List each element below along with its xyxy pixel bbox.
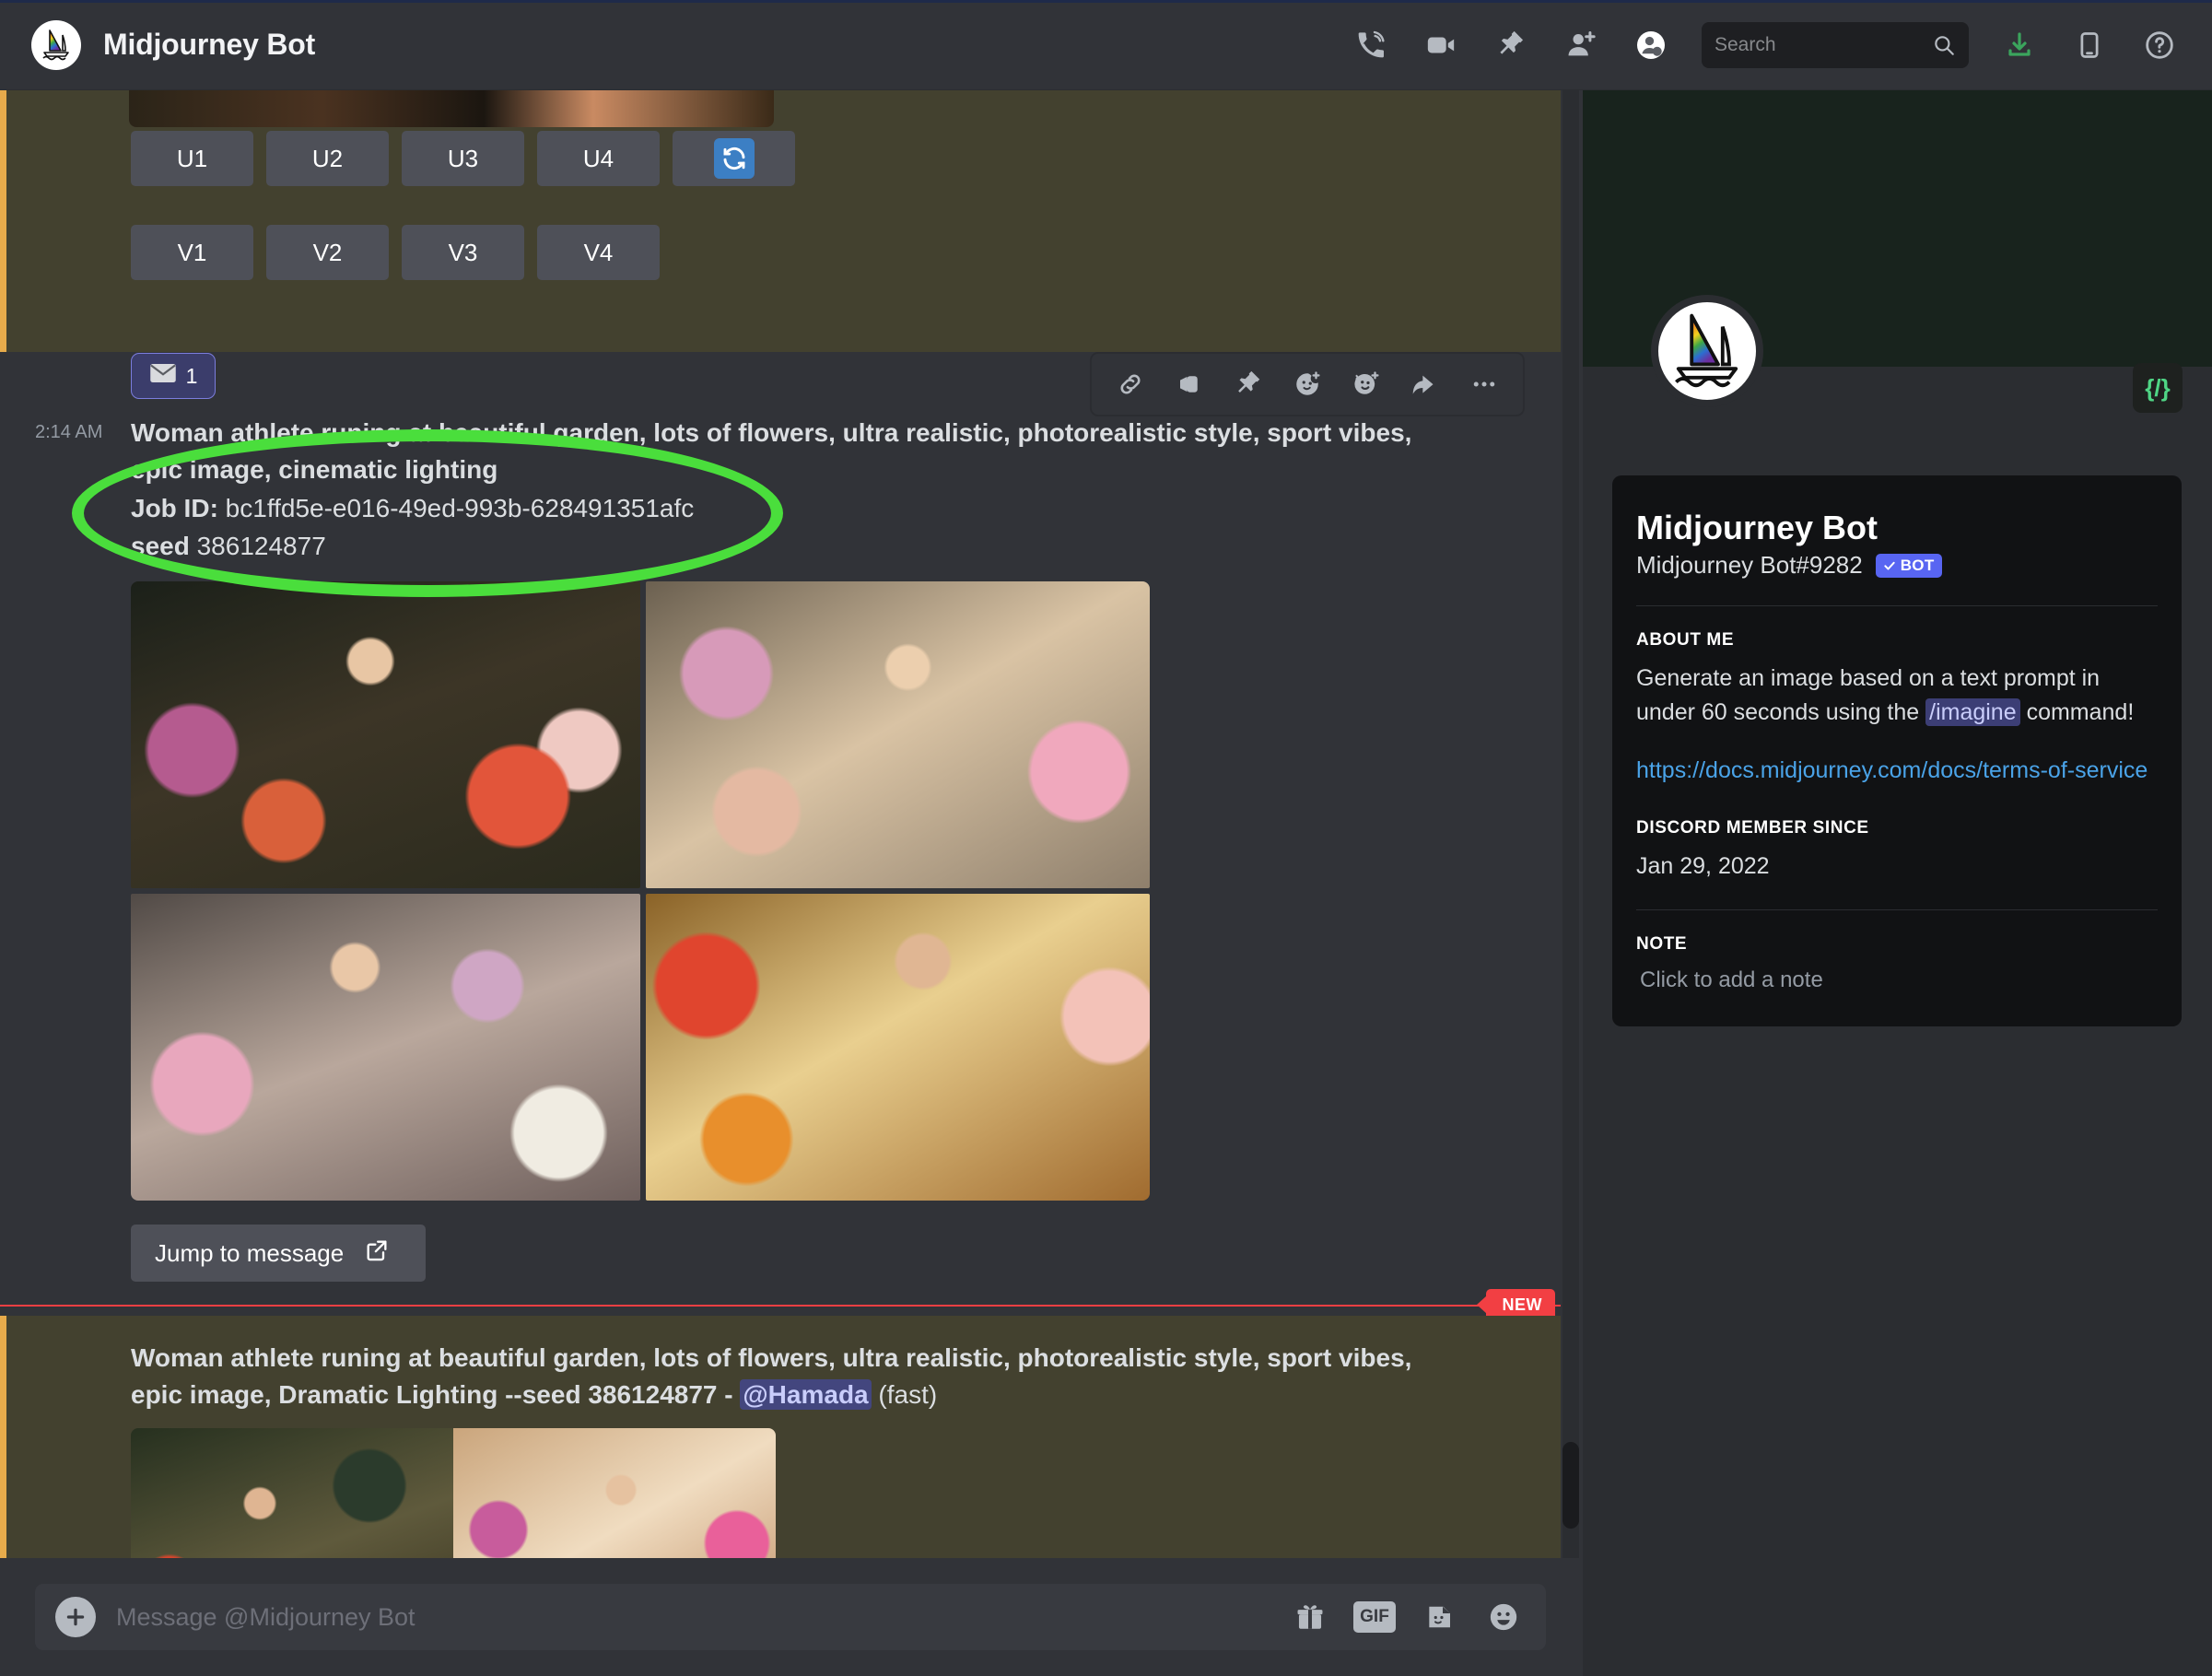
upscale-button-u3[interactable]: U3 bbox=[402, 131, 524, 186]
profile-tag-row: Midjourney Bot#9282 BOT bbox=[1636, 551, 2158, 580]
video-call-icon[interactable] bbox=[1422, 26, 1460, 64]
variation-button-v2[interactable]: V2 bbox=[266, 225, 389, 280]
verified-check-icon bbox=[1884, 561, 1895, 569]
imagine-command-chip[interactable]: /imagine bbox=[1925, 697, 2020, 726]
copy-link-icon[interactable] bbox=[1105, 358, 1156, 410]
composer-area: GIF bbox=[0, 1558, 1583, 1676]
profile-card: Midjourney Bot Midjourney Bot#9282 BOT A… bbox=[1612, 475, 2182, 1026]
message-bot-reply: 2:14 AM Woman athlete runing at beautifu… bbox=[0, 415, 1561, 1282]
profile-display-name: Midjourney Bot bbox=[1636, 509, 1878, 546]
note-input[interactable]: Click to add a note bbox=[1636, 967, 2158, 993]
note-heading: NOTE bbox=[1636, 933, 1688, 954]
profile-divider-2 bbox=[1636, 908, 2158, 910]
search-input[interactable] bbox=[1715, 33, 1956, 56]
gift-icon[interactable] bbox=[1288, 1595, 1332, 1639]
gif-icon[interactable]: GIF bbox=[1352, 1595, 1397, 1639]
chat-scrollbar-thumb[interactable] bbox=[1562, 1442, 1579, 1529]
jump-to-message-button[interactable]: Jump to message bbox=[131, 1225, 426, 1282]
pinned-messages-icon[interactable] bbox=[1492, 26, 1530, 64]
profile-username-tag: Midjourney Bot#9282 bbox=[1636, 551, 1863, 579]
gif-label: GIF bbox=[1353, 1601, 1396, 1633]
mark-unread-icon[interactable] bbox=[1164, 358, 1215, 410]
discord-window: Midjourney Bot Search U1 U2 U3 U4 V1 V2 … bbox=[0, 0, 2212, 1676]
message-composer[interactable]: GIF bbox=[35, 1584, 1546, 1650]
help-icon[interactable] bbox=[2140, 26, 2179, 64]
more-options-icon[interactable] bbox=[1458, 358, 1510, 410]
previous-image-grid[interactable] bbox=[129, 90, 774, 127]
seed-value: 386124877 bbox=[196, 532, 326, 561]
search-box[interactable] bbox=[1702, 21, 1969, 68]
member-since-heading: DISCORD MEMBER SINCE bbox=[1636, 817, 1869, 838]
bot-badge-label: BOT bbox=[1900, 556, 1935, 574]
variation-button-v4[interactable]: V4 bbox=[537, 225, 660, 280]
top-bar: Midjourney Bot bbox=[0, 0, 2212, 90]
chat-column: U1 U2 U3 U4 V1 V2 V3 V4 1 2:14 AM Woman … bbox=[0, 90, 1583, 1676]
add-super-reaction-icon[interactable] bbox=[1340, 358, 1392, 410]
seed-line: seed 386124877 bbox=[131, 528, 1524, 565]
emoji-icon[interactable] bbox=[1481, 1595, 1526, 1639]
add-reaction-icon[interactable] bbox=[1282, 358, 1333, 410]
grid-image-2[interactable] bbox=[646, 581, 1150, 888]
reaction-envelope[interactable]: 1 bbox=[131, 353, 216, 399]
image-grid bbox=[131, 581, 1150, 1201]
hide-member-list-icon[interactable] bbox=[1632, 26, 1670, 64]
speed-suffix: (fast) bbox=[871, 1379, 938, 1409]
add-friends-icon[interactable] bbox=[1562, 26, 1600, 64]
voice-call-icon[interactable] bbox=[1352, 26, 1390, 64]
reaction-count: 1 bbox=[185, 363, 198, 388]
upscale-button-row: U1 U2 U3 U4 bbox=[131, 131, 795, 186]
envelope-icon bbox=[149, 362, 177, 390]
seed-label: seed bbox=[131, 532, 190, 561]
refresh-icon bbox=[713, 138, 755, 179]
upscale-button-u4[interactable]: U4 bbox=[537, 131, 660, 186]
status-badge: BOT bbox=[1875, 553, 1942, 578]
grid-image-1[interactable] bbox=[131, 581, 640, 888]
job-id-line: Job ID: bc1ffd5e-e016-49ed-993b-62849135… bbox=[131, 493, 695, 522]
dm-title: Midjourney Bot bbox=[103, 28, 316, 61]
message-timestamp: 2:14 AM bbox=[35, 422, 103, 442]
about-me-heading: ABOUT ME bbox=[1636, 630, 1735, 650]
mobile-app-icon[interactable] bbox=[2070, 26, 2109, 64]
grid-image-4[interactable] bbox=[646, 894, 1150, 1201]
message-body: Woman athlete runing at beautiful garden… bbox=[0, 415, 1561, 1282]
top-bar-actions bbox=[1352, 21, 2212, 68]
prompt-text: Woman athlete runing at beautiful garden… bbox=[131, 418, 1412, 484]
search-icon bbox=[1932, 33, 1956, 57]
variation-button-row: V1 V2 V3 V4 bbox=[131, 225, 660, 280]
profile-avatar[interactable] bbox=[1651, 295, 1763, 407]
job-id-value: bc1ffd5e-e016-49ed-993b-628491351afc bbox=[225, 493, 695, 522]
plus-icon[interactable] bbox=[55, 1597, 96, 1637]
reroll-button[interactable] bbox=[673, 131, 795, 186]
new-messages-divider: NEW bbox=[0, 1289, 1561, 1320]
job-id-label: Job ID bbox=[131, 493, 210, 522]
slash-commands-button[interactable]: {/} bbox=[2133, 363, 2183, 413]
external-link-icon bbox=[364, 1237, 390, 1270]
jump-to-message-label: Jump to message bbox=[155, 1238, 345, 1267]
pin-message-icon[interactable] bbox=[1223, 358, 1274, 410]
member-since-value: Jan 29, 2022 bbox=[1636, 852, 1770, 879]
sticker-icon[interactable] bbox=[1417, 1595, 1461, 1639]
variation-button-v1[interactable]: V1 bbox=[131, 225, 253, 280]
composer-icons: GIF bbox=[1288, 1595, 1526, 1639]
about-me-text: Generate an image based on a text prompt… bbox=[1636, 662, 2158, 730]
profile-divider-1 bbox=[1636, 605, 2158, 606]
dm-avatar bbox=[31, 19, 81, 70]
variation-button-v3[interactable]: V3 bbox=[402, 225, 524, 280]
user-profile-panel: {/} Midjourney Bot Midjourney Bot#9282 B… bbox=[1583, 90, 2212, 1676]
about-text-part2: command! bbox=[2019, 698, 2135, 725]
body: U1 U2 U3 U4 V1 V2 V3 V4 1 2:14 AM Woman … bbox=[0, 90, 2212, 1676]
message-input[interactable] bbox=[116, 1602, 1288, 1632]
grid-image-3[interactable] bbox=[131, 894, 640, 1201]
inbox-download-icon[interactable] bbox=[2000, 26, 2039, 64]
chat-scrollbar-track[interactable] bbox=[1562, 90, 1579, 1676]
message-hover-toolbar bbox=[1091, 353, 1524, 416]
upscale-button-u2[interactable]: U2 bbox=[266, 131, 389, 186]
last-prompt-text: Woman athlete runing at beautiful garden… bbox=[131, 1340, 1421, 1413]
message-midjourney-buttons: U1 U2 U3 U4 V1 V2 V3 V4 bbox=[0, 90, 1561, 352]
upscale-button-u1[interactable]: U1 bbox=[131, 131, 253, 186]
terms-of-service-link[interactable]: https://docs.midjourney.com/docs/terms-o… bbox=[1636, 754, 2158, 787]
user-mention[interactable]: @Hamada bbox=[740, 1378, 872, 1410]
reply-icon[interactable] bbox=[1399, 358, 1451, 410]
